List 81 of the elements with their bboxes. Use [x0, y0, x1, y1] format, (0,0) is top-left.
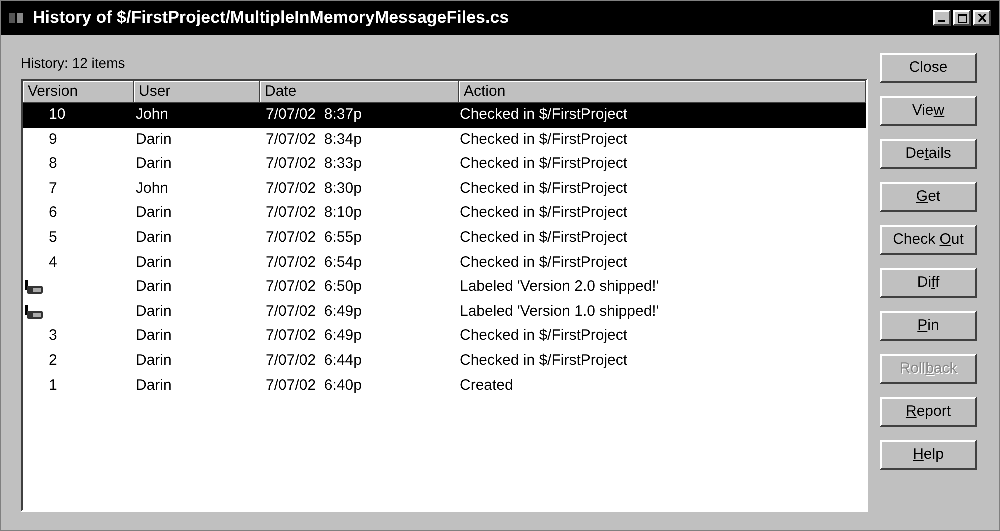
- version-cell-text: 7: [49, 178, 58, 199]
- date-cell: 7/07/02 6:55p: [266, 229, 362, 246]
- history-row[interactable]: Darin 7/07/02 6:49p Labeled 'Version 1.0 shipped!': [23, 300, 866, 324]
- user-cell: John: [136, 106, 169, 124]
- date-cell: 7/07/02 6:40p: [266, 376, 362, 394]
- history-row[interactable]: 8 Darin 7/07/02 8:33p Checked in $/FirstProject: [23, 152, 866, 177]
- user-cell: Darin: [136, 130, 172, 148]
- date-cell: 7/07/02 8:34p: [266, 130, 362, 148]
- version-cell-text: 5: [49, 228, 58, 248]
- action-cell: Checked in $/FirstProject: [460, 155, 628, 172]
- date-cell: 7/07/02 6:54p: [266, 254, 362, 271]
- version-cell-text: 2: [49, 350, 58, 371]
- action-cell: Labeled 'Version 1.0 shipped!': [460, 302, 660, 320]
- history-row[interactable]: Darin 7/07/02 6:50p Labeled 'Version 2.0 shipped!': [23, 275, 866, 300]
- user-cell: Darin: [136, 229, 172, 246]
- maximize-button[interactable]: [953, 10, 971, 26]
- action-button[interactable]: Help: [880, 440, 977, 470]
- date-cell: 7/07/02 8:37p: [266, 106, 362, 124]
- user-cell: Darin: [136, 376, 172, 394]
- column-header[interactable]: Date: [260, 81, 459, 103]
- minimize-button[interactable]: [933, 10, 951, 26]
- version-cell-text: 1: [49, 376, 58, 396]
- history-row[interactable]: 6 Darin 7/07/02 8:10p Checked in $/FirstProject: [23, 201, 866, 226]
- action-cell: Checked in $/FirstProject: [460, 180, 628, 197]
- user-cell: John: [136, 180, 169, 197]
- version-cell-text: 3: [49, 326, 58, 346]
- action-button[interactable]: Pin: [880, 311, 977, 341]
- history-count: History: 12 items: [21, 54, 126, 73]
- action-button[interactable]: Details: [880, 139, 977, 169]
- user-cell: Darin: [136, 155, 172, 172]
- action-cell: Checked in $/FirstProject: [460, 229, 628, 246]
- action-cell: Checked in $/FirstProject: [460, 327, 628, 344]
- version-cell-text: 4: [49, 252, 58, 273]
- action-button[interactable]: Close: [880, 53, 977, 83]
- version-cell-text: 8: [49, 154, 58, 174]
- history-row[interactable]: 9 Darin 7/07/02 8:34p Checked in $/FirstProject: [23, 128, 866, 152]
- date-cell: 7/07/02 6:50p: [266, 278, 362, 296]
- close-button[interactable]: [973, 10, 991, 26]
- column-header[interactable]: User: [134, 81, 260, 103]
- action-cell: Checked in $/FirstProject: [460, 130, 628, 148]
- action-button[interactable]: View: [880, 96, 977, 126]
- label-tag-icon: [25, 305, 45, 320]
- action-cell: Checked in $/FirstProject: [460, 352, 628, 369]
- date-cell: 7/07/02 6:44p: [266, 352, 362, 369]
- action-cell: Checked in $/FirstProject: [460, 254, 628, 271]
- maximize-icon: [958, 14, 966, 22]
- action-button[interactable]: Diff: [880, 268, 977, 298]
- history-row[interactable]: 7 John 7/07/02 8:30p Checked in $/FirstProject: [23, 176, 866, 202]
- action-button[interactable]: Check Out: [880, 225, 977, 255]
- user-cell: Darin: [136, 302, 172, 320]
- history-row[interactable]: 10 John 7/07/02 8:37p Checked in $/FirstProject: [23, 103, 866, 128]
- date-cell: 7/07/02 8:10p: [266, 204, 362, 222]
- action-cell: Created: [460, 376, 514, 394]
- action-cell: Labeled 'Version 2.0 shipped!': [460, 278, 660, 296]
- user-cell: Darin: [136, 278, 172, 296]
- history-row[interactable]: 2 Darin 7/07/02 6:44p Checked in $/FirstProject: [23, 348, 866, 374]
- version-cell-text: 6: [49, 203, 58, 224]
- user-cell: Darin: [136, 327, 172, 344]
- column-header[interactable]: Action: [459, 81, 866, 103]
- history-row[interactable]: 3 Darin 7/07/02 6:49p Checked in $/FirstProject: [23, 324, 866, 349]
- version-cell-text: 10: [49, 105, 66, 126]
- date-cell: 7/07/02 6:49p: [266, 327, 362, 344]
- user-cell: Darin: [136, 352, 172, 369]
- column-header[interactable]: Version: [23, 81, 134, 103]
- date-cell: 7/07/02 8:33p: [266, 155, 362, 172]
- label-tag-icon: [25, 280, 45, 294]
- user-cell: Darin: [136, 204, 172, 222]
- history-row[interactable]: 1 Darin 7/07/02 6:40p Created: [23, 374, 866, 398]
- history-row[interactable]: 5 Darin 7/07/02 6:55p Checked in $/FirstProject: [23, 226, 866, 251]
- app-icon: [9, 11, 25, 25]
- date-cell: 7/07/02 8:30p: [266, 180, 362, 197]
- close-icon: [978, 14, 986, 22]
- history-row[interactable]: 4 Darin 7/07/02 6:54p Checked in $/FirstProject: [23, 250, 866, 276]
- action-button[interactable]: Get: [880, 182, 977, 212]
- version-cell-text: 9: [49, 130, 58, 150]
- action-cell: Checked in $/FirstProject: [460, 204, 628, 222]
- user-cell: Darin: [136, 254, 172, 271]
- date-cell: 7/07/02 6:49p: [266, 302, 362, 320]
- action-cell: Checked in $/FirstProject: [460, 106, 628, 124]
- action-button[interactable]: Report: [880, 397, 977, 427]
- window-title: History of $/FirstProject/MultipleInMemoryMessageFiles.cs: [33, 7, 510, 30]
